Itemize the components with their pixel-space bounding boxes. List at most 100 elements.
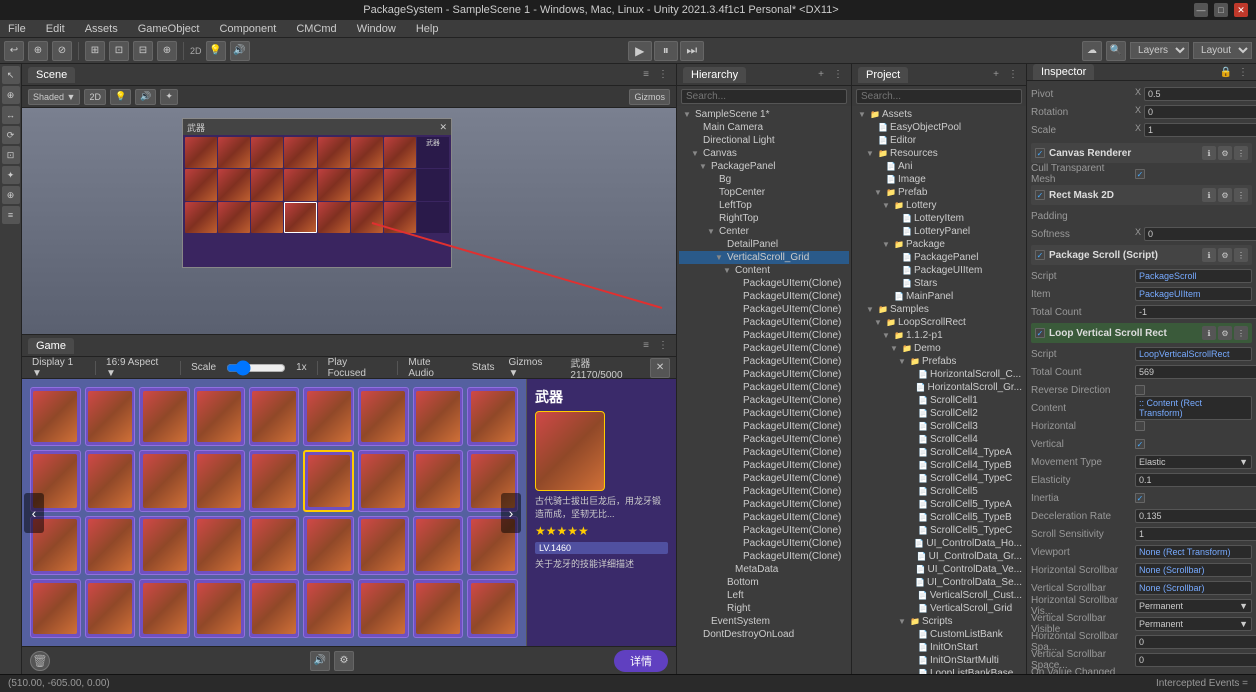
play-button[interactable]: ▶	[628, 41, 652, 61]
scene-gizmos-btn[interactable]: Gizmos	[629, 89, 670, 105]
scene-item-cell[interactable]	[185, 202, 217, 233]
lvsr-movement-dropdown[interactable]: Elastic ▼	[1135, 455, 1252, 469]
sidebar-icon-5[interactable]: ⊡	[2, 146, 20, 164]
project-item-31[interactable]: 📄 ScrollCell5_TypeB	[854, 511, 1024, 524]
scene-item-cell[interactable]	[251, 137, 283, 168]
lvsr-reversedir-checkbox[interactable]	[1135, 385, 1145, 395]
canvas-renderer-checkbox[interactable]	[1035, 148, 1045, 158]
canvas-renderer-more-btn[interactable]: ⋮	[1234, 146, 1248, 160]
package-scroll-checkbox[interactable]	[1035, 250, 1045, 260]
scene-lock-icon[interactable]: ≡	[639, 68, 653, 82]
hierarchy-more-icon[interactable]: ⋮	[831, 68, 845, 82]
hierarchy-item-38[interactable]: Right	[679, 602, 849, 615]
game-mute-btn[interactable]: Mute Audio	[404, 357, 461, 379]
hierarchy-item-40[interactable]: DontDestroyOnLoad	[679, 628, 849, 641]
scene-item-cell[interactable]	[417, 169, 449, 200]
scene-light-btn[interactable]: 💡	[110, 89, 131, 105]
rect-mask-info-btn[interactable]: ℹ	[1202, 188, 1216, 202]
hierarchy-item-7[interactable]: LeftTop	[679, 199, 849, 212]
game-item-4[interactable]	[249, 387, 300, 446]
hierarchy-item-1[interactable]: Main Camera	[679, 121, 849, 134]
hierarchy-item-21[interactable]: PackageUItem(Clone)	[679, 381, 849, 394]
game-aspect-select[interactable]: 16:9 Aspect ▼	[102, 357, 174, 379]
lvsr-content-ref[interactable]: :: Content (Rect Transform)	[1135, 396, 1252, 420]
scene-item-cell[interactable]	[218, 137, 250, 168]
hierarchy-item-13[interactable]: PackageUItem(Clone)	[679, 277, 849, 290]
scene-item-cell[interactable]	[218, 169, 250, 200]
project-item-9[interactable]: 📄 LotteryPanel	[854, 225, 1024, 238]
project-search-input[interactable]	[856, 89, 1022, 104]
nav-left-arrow[interactable]: ‹	[24, 493, 44, 533]
game-item-10[interactable]	[85, 450, 136, 511]
game-item-3[interactable]	[194, 387, 245, 446]
game-item-27[interactable]	[30, 579, 81, 638]
lvsr-totalcount-field[interactable]	[1135, 365, 1256, 379]
project-item-6[interactable]: ▼📁 Prefab	[854, 186, 1024, 199]
canvas-renderer-info-btn[interactable]: ℹ	[1202, 146, 1216, 160]
game-play-focused-btn[interactable]: Play Focused	[324, 357, 392, 379]
cull-checkbox[interactable]	[1135, 169, 1145, 179]
game-item-21[interactable]	[194, 516, 245, 575]
game-item-29[interactable]	[139, 579, 190, 638]
toolbar-btn-7[interactable]: ⊕	[157, 41, 177, 61]
hierarchy-item-18[interactable]: PackageUItem(Clone)	[679, 342, 849, 355]
project-item-22[interactable]: 📄 ScrollCell1	[854, 394, 1024, 407]
lvsr-hscrollvis-dropdown[interactable]: Permanent ▼	[1135, 599, 1252, 613]
lvsr-script-ref[interactable]: LoopVerticalScrollRect	[1135, 347, 1252, 361]
hierarchy-item-20[interactable]: PackageUItem(Clone)	[679, 368, 849, 381]
toolbar-btn-light[interactable]: 💡	[206, 41, 226, 61]
project-item-33[interactable]: 📄 UI_ControlData_Ho...	[854, 537, 1024, 550]
hierarchy-item-16[interactable]: PackageUItem(Clone)	[679, 316, 849, 329]
project-item-38[interactable]: 📄 VerticalScroll_Grid	[854, 602, 1024, 615]
scene-item-cell[interactable]	[284, 137, 316, 168]
project-item-0[interactable]: ▼📁 Assets	[854, 108, 1024, 121]
hierarchy-item-10[interactable]: DetailPanel	[679, 238, 849, 251]
sound-btn[interactable]: 🔊	[310, 651, 330, 671]
project-item-23[interactable]: 📄 ScrollCell2	[854, 407, 1024, 420]
scene-shading-btn[interactable]: Shaded ▼	[28, 89, 80, 105]
project-item-11[interactable]: 📄 PackagePanel	[854, 251, 1024, 264]
project-item-12[interactable]: 📄 PackageUIItem	[854, 264, 1024, 277]
sidebar-icon-2[interactable]: ⊕	[2, 86, 20, 104]
lvsr-vertical-checkbox[interactable]	[1135, 439, 1145, 449]
hierarchy-item-15[interactable]: PackageUItem(Clone)	[679, 303, 849, 316]
lvsr-hscrollspace-field[interactable]	[1135, 635, 1256, 649]
menu-cmcmd[interactable]: CMCmd	[292, 23, 340, 35]
game-item-23[interactable]	[303, 516, 354, 575]
close-button[interactable]: ✕	[1234, 3, 1248, 17]
hierarchy-item-19[interactable]: PackageUItem(Clone)	[679, 355, 849, 368]
scene-item-cell[interactable]	[417, 202, 449, 233]
toolbar-btn-4[interactable]: ⊞	[85, 41, 105, 61]
project-item-3[interactable]: ▼📁 Resources	[854, 147, 1024, 160]
game-item-2[interactable]	[139, 387, 190, 446]
hierarchy-item-37[interactable]: Left	[679, 589, 849, 602]
hierarchy-item-30[interactable]: PackageUItem(Clone)	[679, 498, 849, 511]
loop-scroll-checkbox[interactable]	[1035, 328, 1045, 338]
game-stats-btn[interactable]: Stats	[468, 362, 499, 373]
scene-item-cell[interactable]	[384, 169, 416, 200]
game-item-31[interactable]	[249, 579, 300, 638]
pause-button[interactable]: ⏸	[654, 41, 678, 61]
project-item-20[interactable]: 📄 HorizontalScroll_C...	[854, 368, 1024, 381]
project-item-2[interactable]: 📄 Editor	[854, 134, 1024, 147]
project-item-16[interactable]: ▼📁 LoopScrollRect	[854, 316, 1024, 329]
project-item-10[interactable]: ▼📁 Package	[854, 238, 1024, 251]
game-item-34[interactable]	[413, 579, 464, 638]
project-item-36[interactable]: 📄 UI_ControlData_Se...	[854, 576, 1024, 589]
project-item-8[interactable]: 📄 LotteryItem	[854, 212, 1024, 225]
scene-item-cell[interactable]	[384, 137, 416, 168]
package-scroll-more-btn[interactable]: ⋮	[1234, 248, 1248, 262]
menu-edit[interactable]: Edit	[42, 23, 69, 35]
softness-x-field[interactable]	[1144, 227, 1256, 241]
game-item-12[interactable]	[194, 450, 245, 511]
scene-more-icon[interactable]: ⋮	[656, 68, 670, 82]
game-item-11[interactable]	[139, 450, 190, 511]
toolbar-btn-2[interactable]: ⊕	[28, 41, 48, 61]
detail-action-button[interactable]: 详情	[614, 650, 668, 672]
hierarchy-item-34[interactable]: PackageUItem(Clone)	[679, 550, 849, 563]
hierarchy-item-26[interactable]: PackageUItem(Clone)	[679, 446, 849, 459]
project-more-icon[interactable]: ⋮	[1006, 68, 1020, 82]
menu-assets[interactable]: Assets	[81, 23, 122, 35]
hierarchy-item-27[interactable]: PackageUItem(Clone)	[679, 459, 849, 472]
package-scroll-header[interactable]: Package Scroll (Script) ℹ ⚙ ⋮	[1031, 245, 1252, 265]
